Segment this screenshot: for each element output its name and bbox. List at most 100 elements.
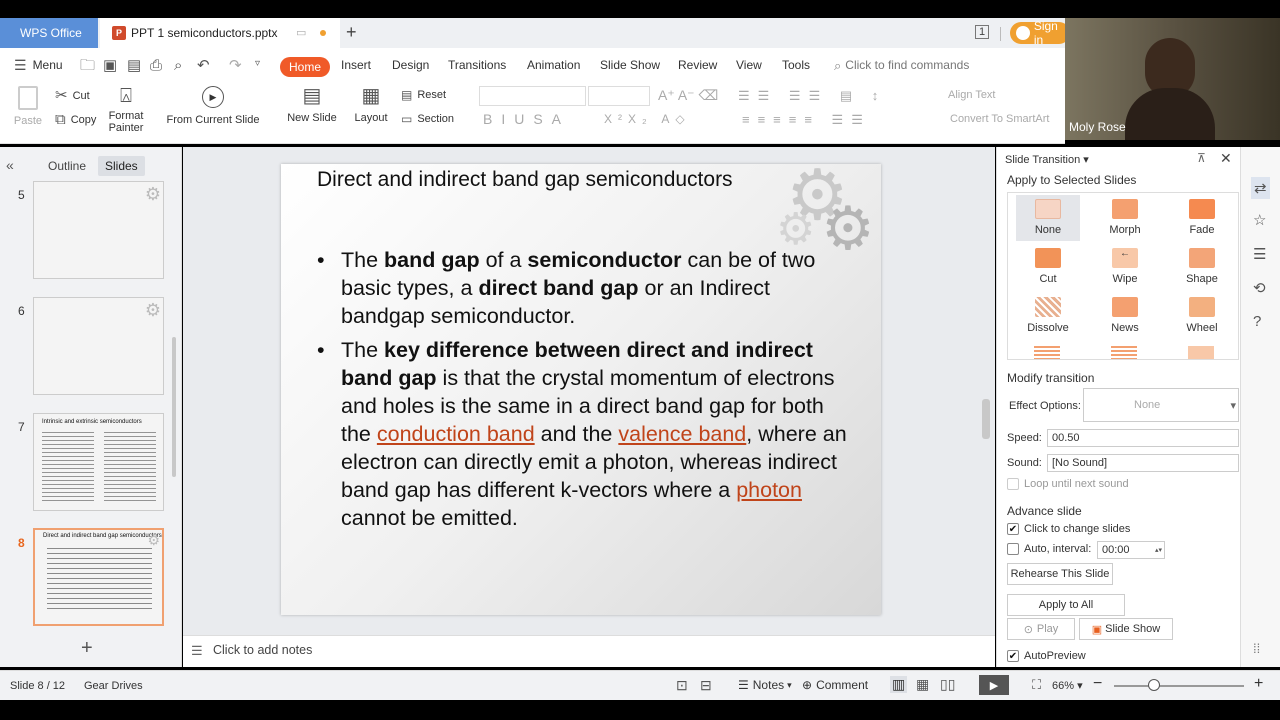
tab-view[interactable]: View	[736, 48, 762, 82]
print-preview-icon[interactable]: ⌕	[174, 58, 182, 73]
layout-button[interactable]: ▦ Layout	[348, 86, 394, 124]
pin-icon[interactable]: ⊼	[1197, 151, 1206, 165]
main-menu-button[interactable]: ☰ Menu	[14, 48, 63, 82]
print-icon[interactable]: ⎙	[150, 58, 162, 73]
tab-home[interactable]: Home	[280, 57, 331, 77]
save-icon[interactable]: ▣	[103, 58, 117, 73]
add-slide-plus-icon[interactable]: +	[81, 637, 93, 660]
comment-button[interactable]: ⊕ Comment	[802, 678, 868, 692]
panel-title-dropdown[interactable]: Slide Transition ▾	[1005, 153, 1089, 166]
tab-animation[interactable]: Animation	[527, 48, 580, 82]
new-tab-plus-icon[interactable]: +	[346, 22, 357, 43]
tab-review[interactable]: Review	[678, 48, 717, 82]
autopreview-checkbox[interactable]: ✔ AutoPreview	[1007, 650, 1086, 662]
help-icon[interactable]: ?	[1253, 313, 1261, 330]
tab-slide-show[interactable]: Slide Show	[600, 48, 660, 82]
window-icon[interactable]: ▭	[296, 26, 306, 39]
new-slide-button[interactable]: ▤ New Slide	[282, 86, 342, 124]
zoom-in-icon[interactable]: +	[1254, 675, 1263, 693]
valence-band-link[interactable]: valence band	[618, 422, 746, 446]
transition-more-2[interactable]	[1111, 346, 1137, 359]
slide-thumbnail-8[interactable]: Direct and indirect band gap semiconduct…	[33, 528, 164, 626]
slide-sorter-icon[interactable]: ▦	[916, 676, 929, 693]
tab-outline[interactable]: Outline	[48, 159, 86, 173]
grow-font-icon[interactable]: A⁺ A⁻ ⌫	[658, 87, 718, 104]
fit-icon[interactable]: ⊡	[676, 677, 688, 694]
speed-input[interactable]: 00.50	[1047, 429, 1239, 447]
loop-checkbox[interactable]: Loop until next sound	[1007, 478, 1129, 490]
history-icon[interactable]: ⟲	[1253, 279, 1266, 297]
settings-sliders-icon[interactable]: ☰	[1253, 245, 1266, 263]
conduction-band-link[interactable]: conduction band	[377, 422, 535, 446]
transition-fade[interactable]: Fade	[1170, 199, 1234, 236]
tab-tools[interactable]: Tools	[782, 48, 810, 82]
close-icon[interactable]: ✕	[1220, 150, 1232, 167]
zoom-select[interactable]: 66% ▾	[1052, 679, 1083, 692]
slide-thumbnail-5[interactable]: ⚙	[33, 181, 164, 279]
paste-button[interactable]: Paste	[10, 86, 46, 127]
zoom-slider-track[interactable]	[1114, 685, 1244, 687]
slide-show-button[interactable]: ▣ Slide Show	[1079, 618, 1173, 640]
script-icons[interactable]: X²X₂ A◇	[604, 112, 691, 126]
workspace-icon[interactable]: 1	[975, 25, 990, 39]
text-format-icons[interactable]: BIUSA	[483, 111, 570, 127]
alignment-icons[interactable]: ≡≡≡≡≡ ☰☰	[742, 112, 871, 128]
convert-smartart-button[interactable]: Convert To SmartArt	[950, 113, 1049, 125]
click-change-checkbox[interactable]: ✔ Click to change slides	[1007, 523, 1130, 535]
align-text-button[interactable]: Align Text	[948, 89, 996, 101]
transition-none[interactable]: None	[1016, 199, 1080, 236]
transition-dissolve[interactable]: Dissolve	[1016, 297, 1080, 334]
cut-button[interactable]: ✂ Cut	[55, 88, 90, 103]
slide-thumbnail-6[interactable]: ⚙	[33, 297, 164, 395]
document-tab[interactable]: P PPT 1 semiconductors.pptx ▭	[100, 18, 340, 48]
transition-shape[interactable]: Shape	[1170, 248, 1234, 285]
protect-icon[interactable]: ⊟	[700, 677, 712, 694]
animation-star-icon[interactable]: ☆	[1253, 211, 1266, 229]
transition-wheel[interactable]: Wheel	[1170, 297, 1234, 334]
reading-view-icon[interactable]: ▯▯	[940, 676, 955, 693]
notes-toggle[interactable]: ☰ Notes ▾	[738, 678, 792, 692]
grid-icon[interactable]: ⁞⁞	[1253, 641, 1260, 656]
tab-slides[interactable]: Slides	[98, 156, 145, 176]
tab-design[interactable]: Design	[392, 48, 429, 82]
undo-icon[interactable]: ↶	[197, 58, 210, 73]
play-slideshow-button[interactable]: ▶	[979, 675, 1009, 695]
transition-cut[interactable]: Cut	[1016, 248, 1080, 285]
stepper-icon[interactable]: ▴▾	[1155, 546, 1162, 554]
command-search[interactable]: ⌕ Click to find commands	[834, 48, 969, 82]
customize-chevron-icon[interactable]: ▿	[255, 59, 260, 69]
transition-morph[interactable]: Morph	[1093, 199, 1157, 236]
thumbnail-scrollbar[interactable]	[172, 337, 176, 477]
zoom-slider-thumb[interactable]	[1148, 679, 1160, 691]
export-pdf-icon[interactable]: ▤	[127, 58, 141, 73]
notes-area[interactable]: ☰ Click to add notes	[183, 635, 995, 667]
interval-input[interactable]: 00:00 ▴▾	[1097, 541, 1165, 559]
transition-more-1[interactable]	[1034, 346, 1060, 359]
redo-icon[interactable]: ↷	[229, 58, 242, 73]
transition-wipe[interactable]: ← Wipe	[1093, 248, 1157, 285]
from-current-slide-button[interactable]: ▶ From Current Slide	[160, 86, 266, 126]
collapse-panel-icon[interactable]: «	[6, 157, 14, 173]
slide-thumbnail-7[interactable]: Intrinsic and extrinsic semiconductors	[33, 413, 164, 511]
reset-button[interactable]: ▤ Reset	[401, 89, 446, 101]
play-button[interactable]: ⊙ Play	[1007, 618, 1075, 640]
tab-transitions[interactable]: Transitions	[448, 48, 506, 82]
sound-select[interactable]: [No Sound]	[1047, 454, 1239, 472]
tab-insert[interactable]: Insert	[341, 48, 371, 82]
copy-button[interactable]: ⧉ Copy	[55, 112, 96, 127]
fit-window-icon[interactable]: ⛶	[1032, 677, 1041, 693]
font-size-select[interactable]	[588, 86, 650, 106]
sign-in-button[interactable]: Sign in	[1010, 19, 1070, 47]
font-name-select[interactable]	[479, 86, 586, 106]
wps-office-tab[interactable]: WPS Office	[0, 18, 98, 48]
canvas-scrollbar[interactable]	[982, 399, 990, 439]
open-folder-icon[interactable]: 🗀	[80, 58, 95, 73]
apply-to-all-button[interactable]: Apply to All	[1007, 594, 1125, 616]
format-painter-button[interactable]: ⍓ Format Painter	[104, 86, 148, 134]
normal-view-icon[interactable]: ▥	[890, 676, 908, 693]
list-icons[interactable]: ☰☰ ☰☰ ▤ ↕	[738, 88, 886, 104]
section-button[interactable]: ▭ Section	[401, 113, 454, 125]
zoom-out-icon[interactable]: −	[1093, 675, 1102, 693]
photon-link[interactable]: photon	[736, 478, 802, 502]
transition-more-3[interactable]	[1188, 346, 1214, 359]
